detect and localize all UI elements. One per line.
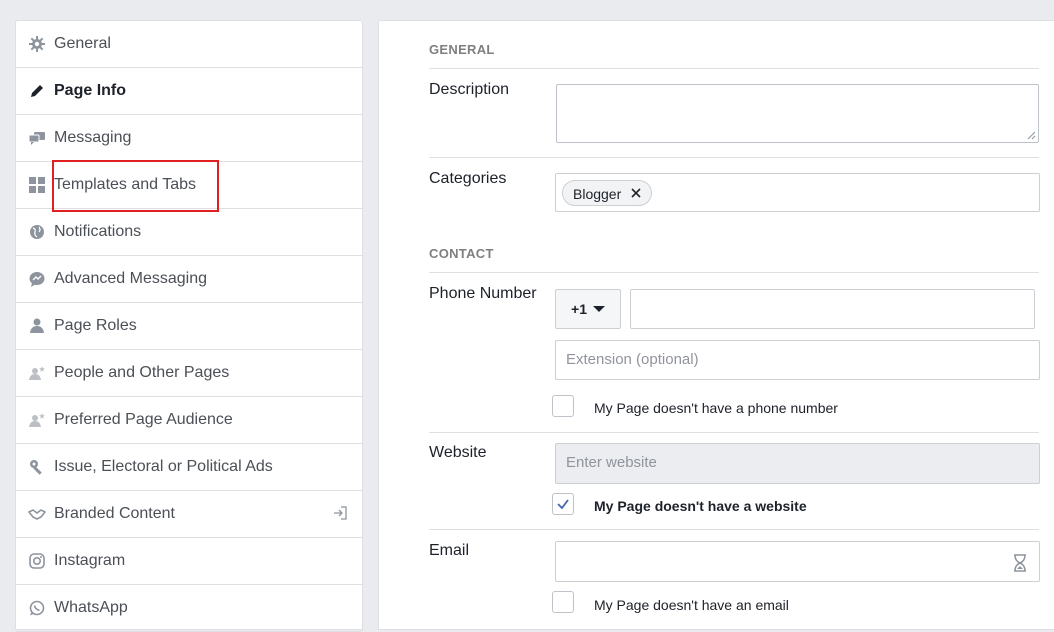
settings-sidebar: General Page Info Messaging Templates an… <box>15 20 363 632</box>
sidebar-item-label: Templates and Tabs <box>54 176 197 193</box>
resize-grip-icon[interactable] <box>1026 130 1036 140</box>
phone-number-input[interactable] <box>630 289 1035 329</box>
category-tag: Blogger <box>562 180 653 206</box>
checkmark-icon <box>557 499 569 510</box>
divider <box>429 68 1039 69</box>
caret-down-icon <box>592 306 605 312</box>
sidebar-item-people-and-other-pages[interactable]: People and Other Pages <box>16 350 362 397</box>
whatsapp-icon <box>28 599 46 617</box>
page-info-panel: GENERAL Description Categories Blogger C… <box>378 20 1054 630</box>
extension-input[interactable]: Extension (optional) <box>555 340 1040 380</box>
description-textarea[interactable] <box>556 84 1039 143</box>
sidebar-item-label: Branded Content <box>54 505 175 522</box>
instagram-icon <box>28 552 46 570</box>
country-code-value: +1 <box>571 301 587 317</box>
sidebar-item-messaging[interactable]: Messaging <box>16 115 362 162</box>
email-input[interactable] <box>555 541 1040 582</box>
sidebar-item-page-roles[interactable]: Page Roles <box>16 303 362 350</box>
person-star-icon <box>28 364 46 382</box>
gear-icon <box>28 35 46 53</box>
country-code-dropdown[interactable]: +1 <box>555 289 621 329</box>
divider <box>429 432 1039 433</box>
sidebar-item-instagram[interactable]: Instagram <box>16 538 362 585</box>
email-label: Email <box>429 542 470 559</box>
grid-icon <box>28 176 46 194</box>
wrench-icon <box>28 458 46 476</box>
website-placeholder: Enter website <box>566 454 657 471</box>
no-phone-label: My Page doesn't have a phone number <box>594 400 838 416</box>
divider <box>429 157 1039 158</box>
sidebar-item-label: Page Info <box>54 82 127 99</box>
sidebar-item-preferred-page-audience[interactable]: Preferred Page Audience <box>16 397 362 444</box>
no-website-checkbox[interactable] <box>552 493 574 515</box>
sidebar-item-issue-electoral-ads[interactable]: Issue, Electoral or Political Ads <box>16 444 362 491</box>
sidebar-item-whatsapp[interactable]: WhatsApp <box>16 585 362 632</box>
categories-label: Categories <box>429 170 507 187</box>
website-label: Website <box>429 444 487 461</box>
website-input[interactable]: Enter website <box>555 443 1040 484</box>
sidebar-item-advanced-messaging[interactable]: Advanced Messaging <box>16 256 362 303</box>
sidebar-item-page-info[interactable]: Page Info <box>16 68 362 115</box>
chat-bubbles-icon <box>28 129 46 147</box>
sidebar-item-label: Instagram <box>54 552 126 569</box>
sidebar-item-label: Preferred Page Audience <box>54 411 233 428</box>
contact-heading: CONTACT <box>429 246 494 261</box>
no-website-label: My Page doesn't have a website <box>594 498 807 514</box>
hourglass-icon <box>1014 554 1026 572</box>
sidebar-item-label: Page Roles <box>54 317 137 334</box>
sidebar-item-label: Messaging <box>54 129 132 146</box>
sidebar-item-notifications[interactable]: Notifications <box>16 209 362 256</box>
sidebar-item-branded-content[interactable]: Branded Content <box>16 491 362 538</box>
sidebar-item-label: WhatsApp <box>54 599 128 616</box>
no-email-label: My Page doesn't have an email <box>594 597 789 613</box>
sidebar-item-label: Notifications <box>54 223 142 240</box>
description-label: Description <box>429 81 510 98</box>
no-email-checkbox[interactable] <box>552 591 574 613</box>
sidebar-item-label: General <box>54 35 111 52</box>
no-phone-checkbox[interactable] <box>552 395 574 417</box>
globe-icon <box>28 223 46 241</box>
phone-number-label: Phone Number <box>429 285 537 302</box>
sidebar-item-templates-and-tabs[interactable]: Templates and Tabs <box>16 162 362 209</box>
handshake-icon <box>28 505 46 523</box>
extension-placeholder: Extension (optional) <box>566 351 699 368</box>
category-tag-label: Blogger <box>573 186 622 202</box>
sidebar-item-label: Issue, Electoral or Political Ads <box>54 458 273 475</box>
categories-input[interactable]: Blogger <box>555 173 1040 212</box>
divider <box>429 272 1039 273</box>
sidebar-item-general[interactable]: General <box>16 21 362 68</box>
person-star-icon <box>28 411 46 429</box>
sidebar-item-label: Advanced Messaging <box>54 270 207 287</box>
pencil-icon <box>28 82 46 100</box>
remove-tag-icon[interactable] <box>630 187 642 199</box>
messenger-icon <box>28 270 46 288</box>
person-icon <box>28 317 46 335</box>
external-link-icon[interactable] <box>332 505 348 521</box>
general-heading: GENERAL <box>429 42 495 57</box>
divider <box>429 529 1039 530</box>
sidebar-item-label: People and Other Pages <box>54 364 230 381</box>
